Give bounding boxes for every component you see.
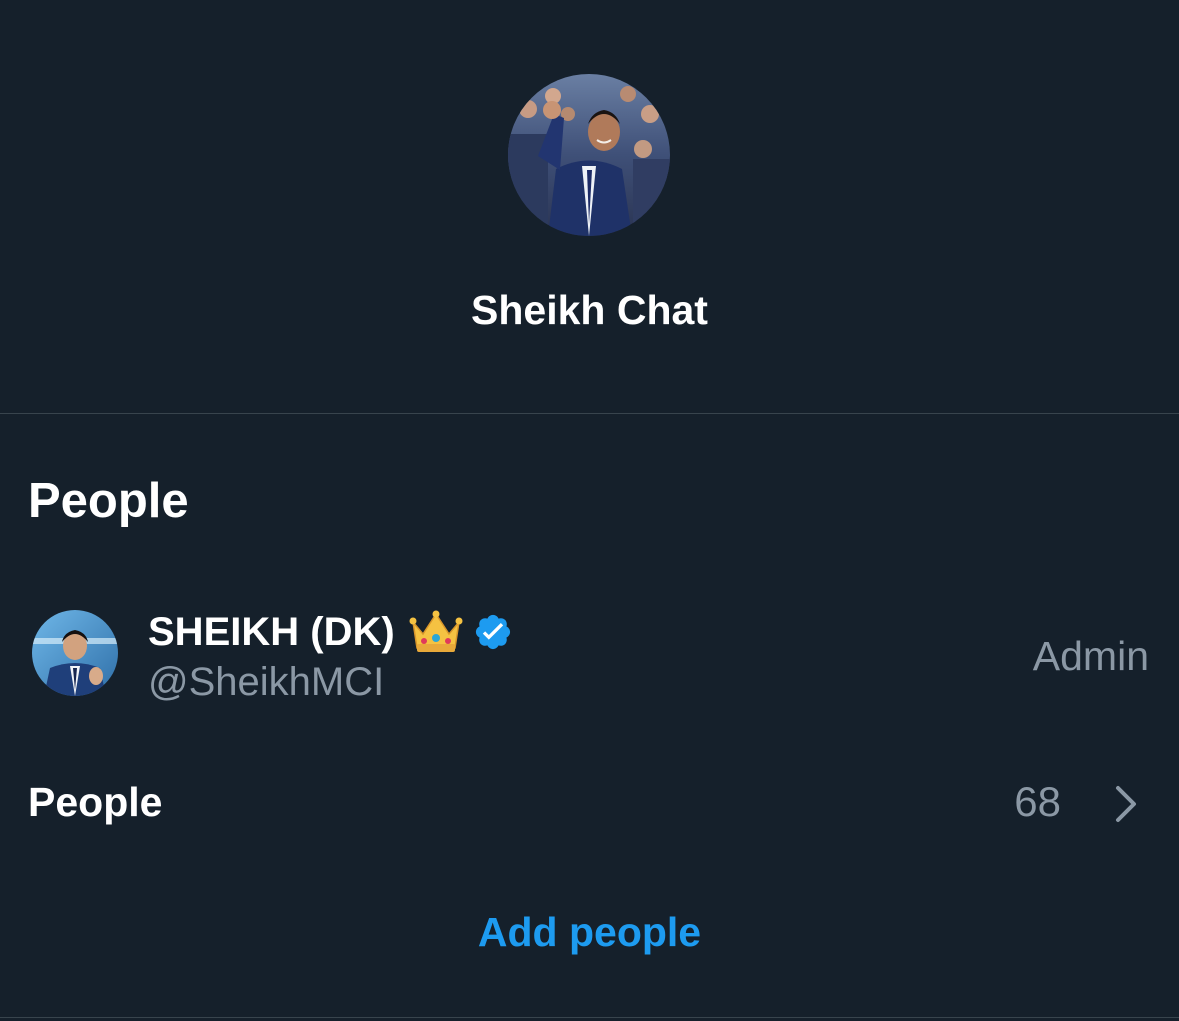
verified-badge-icon — [475, 614, 510, 650]
group-photo-avatar — [508, 74, 670, 236]
member-name-line: SHEIKH (DK) — [148, 606, 513, 658]
people-section-heading: People — [28, 474, 189, 528]
member-role-label: Admin — [1032, 633, 1149, 679]
member-name: SHEIKH (DK) — [148, 610, 395, 654]
people-count-row[interactable]: People 68 — [0, 770, 1179, 836]
member-row[interactable]: SHEIKH (DK) @SheikhMCI Admin — [0, 600, 1179, 710]
add-people-button[interactable]: Add people — [0, 906, 1179, 958]
crown-icon — [409, 610, 463, 652]
member-photo-avatar — [32, 610, 118, 696]
divider — [0, 413, 1179, 414]
group-title: Sheikh Chat — [471, 287, 708, 333]
member-handle: @SheikhMCI — [148, 660, 385, 704]
people-row-label: People — [28, 779, 163, 825]
group-info-screen: Sheikh Chat People SHEIKH (DK) @SheikhMC… — [0, 0, 1179, 1021]
divider — [0, 1017, 1179, 1018]
member-avatar[interactable] — [32, 610, 118, 696]
chevron-right-icon — [1116, 786, 1136, 822]
group-avatar[interactable] — [508, 74, 670, 236]
people-count: 68 — [1014, 778, 1061, 825]
